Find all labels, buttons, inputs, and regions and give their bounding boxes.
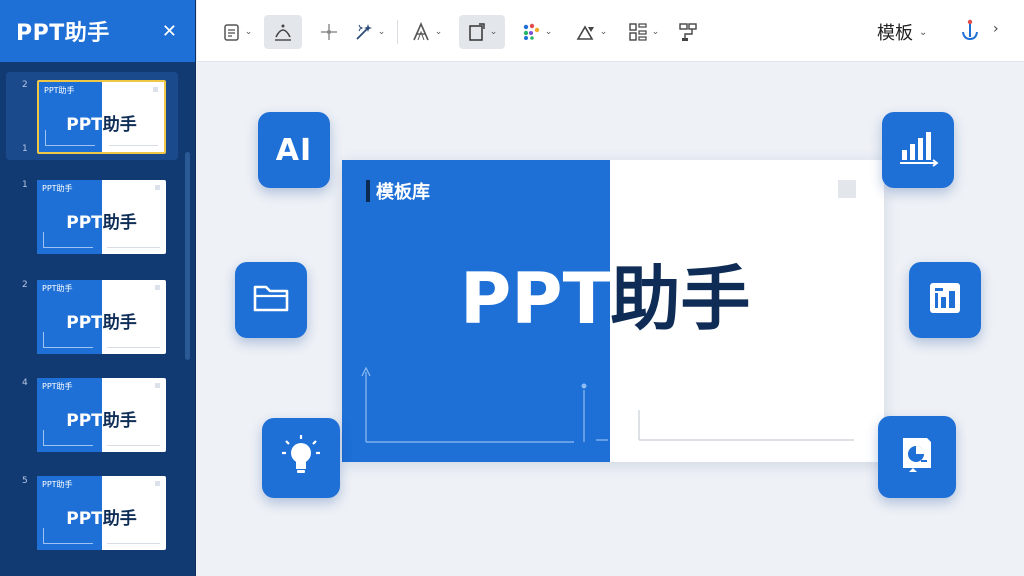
slide-number: 1 — [22, 180, 28, 190]
connector-icon — [677, 21, 699, 43]
grid-layout-button[interactable]: ⌄ — [621, 15, 665, 49]
thumb-title: PPT助手 — [66, 213, 137, 233]
color-palette-icon — [520, 21, 542, 43]
layout-frame-icon — [467, 22, 487, 42]
connector-button[interactable] — [673, 15, 703, 49]
doc-button[interactable]: ⌄ — [215, 15, 259, 49]
idea-button[interactable] — [262, 418, 340, 498]
chevron-down-icon: ⌄ — [434, 27, 443, 37]
thumb-title: PPT助手 — [66, 411, 137, 431]
slide-thumbnail[interactable]: 5 PPT助手 PPT助手 — [6, 468, 178, 556]
lightbulb-icon — [280, 433, 322, 483]
slides-sidebar: PPT助手 ✕ 2 1 PPT助手 PPT助手 1 PPT助手 PPT助手 2 … — [0, 0, 196, 576]
anchor-button[interactable] — [955, 17, 985, 47]
slide-axes-decoration — [361, 366, 854, 443]
slide-thumbnail-image: PPT助手 PPT助手 — [37, 476, 166, 550]
report-icon — [926, 279, 964, 321]
shape-triangle-button[interactable]: ⌄ — [569, 15, 613, 49]
thumb-title: PPT助手 — [66, 509, 137, 529]
thumb-label: PPT助手 — [42, 382, 73, 391]
slide-thumbnail[interactable]: 4 PPT助手 PPT助手 — [6, 370, 178, 458]
chevron-right-icon[interactable]: › — [993, 21, 999, 37]
chevron-down-icon: ⌄ — [919, 26, 928, 38]
grid-layout-icon — [627, 21, 649, 43]
template-menu-button[interactable]: 模板 ⌄ — [877, 19, 927, 45]
thumb-label: PPT助手 — [44, 86, 75, 95]
magic-wand-button[interactable]: ⌄ — [349, 15, 389, 49]
chevron-down-icon: ⌄ — [489, 27, 498, 37]
template-label: 模板 — [877, 23, 913, 44]
text-style-button[interactable]: ⌄ — [405, 15, 447, 49]
slide-thumbnail-image: PPT助手 PPT助手 — [37, 80, 166, 154]
thumb-label: PPT助手 — [42, 284, 73, 293]
folder-button[interactable] — [235, 262, 307, 338]
close-icon[interactable]: ✕ — [162, 21, 177, 42]
pie-chart-icon — [895, 432, 939, 482]
toolbar-divider — [397, 20, 398, 44]
slide-thumbnail-active[interactable]: 2 1 PPT助手 PPT助手 — [6, 72, 178, 160]
chevron-down-icon: ⌄ — [544, 27, 553, 37]
anchor-icon — [959, 18, 981, 46]
slide-number: 2 — [22, 280, 28, 290]
slide-thumbnail-list: 2 1 PPT助手 PPT助手 1 PPT助手 PPT助手 2 PPT助手 PP… — [0, 72, 180, 576]
thumb-label: PPT助手 — [42, 184, 73, 193]
doc-icon — [222, 22, 242, 42]
chevron-down-icon: ⌄ — [651, 27, 660, 37]
shape-triangle-icon — [575, 21, 597, 43]
top-toolbar: ⌄ ⌄ ⌄ ⌄ ⌄ ⌄ ⌄ 模板 ⌄ › — [197, 0, 1024, 62]
chevron-down-icon: ⌄ — [244, 27, 253, 37]
bar-chart-button[interactable] — [882, 112, 954, 188]
layout-frame-button[interactable]: ⌄ — [459, 15, 505, 49]
slide-thumbnail-image: PPT助手 PPT助手 — [37, 180, 166, 254]
color-palette-button[interactable]: ⌄ — [515, 15, 557, 49]
chevron-down-icon: ⌄ — [377, 27, 386, 37]
slide-number: 5 — [22, 476, 28, 486]
slide-thumbnail-image: PPT助手 PPT助手 — [37, 280, 166, 354]
sidebar-scrollbar[interactable] — [185, 152, 190, 360]
slide-thumbnail[interactable]: 1 PPT助手 PPT助手 — [6, 172, 178, 260]
sparkle-icon — [318, 21, 340, 43]
sparkle-button[interactable] — [314, 15, 344, 49]
report-button[interactable] — [909, 262, 981, 338]
shape-arc-icon — [272, 21, 294, 43]
text-style-icon — [410, 21, 432, 43]
slide-thumbnail[interactable]: 2 PPT助手 PPT助手 — [6, 272, 178, 360]
thumb-title: PPT助手 — [66, 313, 137, 333]
slide-number: 2 — [22, 80, 28, 90]
slide-number-secondary: 1 — [22, 144, 28, 154]
slide-thumbnail-image: PPT助手 PPT助手 — [37, 378, 166, 452]
sidebar-title: PPT助手 — [16, 21, 110, 46]
pie-chart-button[interactable] — [878, 416, 956, 498]
ai-icon: AI — [275, 132, 313, 168]
chevron-down-icon: ⌄ — [599, 27, 608, 37]
ai-button[interactable]: AI — [258, 112, 330, 188]
bar-chart-icon — [896, 128, 940, 172]
main-slide-preview[interactable]: 模板库 PPT助手 — [342, 160, 884, 462]
magic-wand-icon — [353, 21, 375, 43]
shape-arc-button[interactable] — [264, 15, 302, 49]
thumb-label: PPT助手 — [42, 480, 73, 489]
sidebar-header: PPT助手 ✕ — [0, 0, 195, 62]
folder-icon — [251, 281, 291, 319]
slide-number: 4 — [22, 378, 28, 388]
